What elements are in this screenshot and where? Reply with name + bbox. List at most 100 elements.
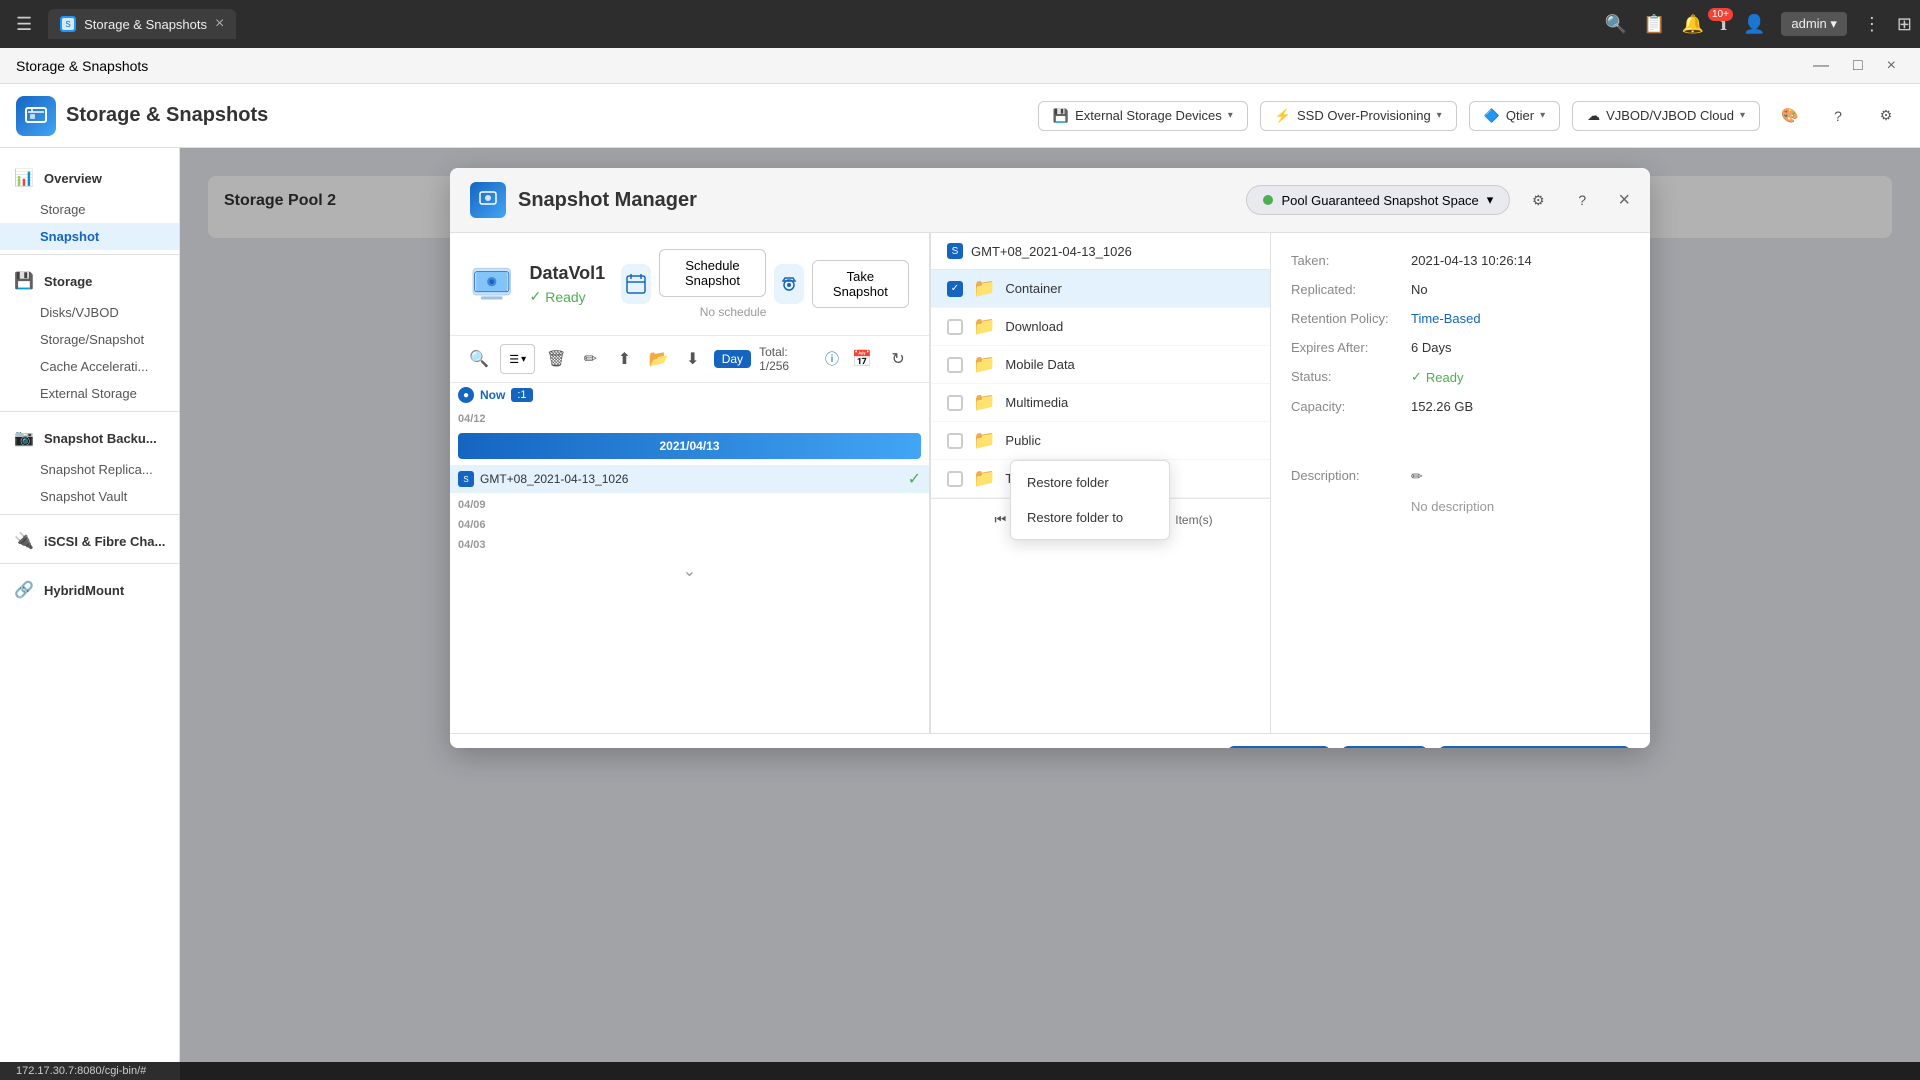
snapshot-vault-label: Snapshot Vault: [40, 489, 127, 504]
sidebar-item-external[interactable]: External Storage: [0, 380, 179, 407]
revert-button[interactable]: Revert volume snapshot: [1439, 746, 1630, 748]
date-separator-0413: 04/12: [450, 407, 929, 427]
capacity-label: Capacity:: [1291, 399, 1411, 414]
take-snapshot-button[interactable]: Take Snapshot: [812, 260, 909, 308]
sidebar-item-snapshot-backup[interactable]: 📷 Snapshot Backu...: [0, 416, 179, 456]
modal-footer: Restore ▾ Clone Revert volume snapshot: [450, 733, 1650, 748]
folder-item-4[interactable]: 📁 Public: [931, 422, 1270, 460]
first-page-button[interactable]: ⏮: [988, 508, 1012, 532]
external-storage-button[interactable]: 💾 External Storage Devices ▾: [1038, 101, 1248, 131]
snapshot-manager-modal: Snapshot Manager Pool Guaranteed Snapsho…: [450, 168, 1650, 748]
status-value: ✓ Ready: [1411, 369, 1463, 385]
qtier-button[interactable]: 🔷 Qtier ▾: [1469, 101, 1560, 131]
sidebar-item-snapshot[interactable]: Snapshot: [0, 223, 179, 250]
stack-icon[interactable]: 📋: [1643, 14, 1665, 35]
sidebar-item-iscsi[interactable]: 🔌 iSCSI & Fibre Cha...: [0, 519, 179, 559]
titlebar-actions: — □ ×: [1805, 53, 1904, 79]
storage-section-label: Storage: [44, 274, 92, 289]
download-toolbar-button[interactable]: ⬇: [680, 344, 706, 374]
schedule-snapshot-button[interactable]: Schedule Snapshot: [659, 249, 767, 297]
browser-tab[interactable]: S Storage & Snapshots ×: [48, 9, 236, 39]
folder-item-0[interactable]: ✓ 📁 Container: [931, 270, 1270, 308]
folder-checkbox-1[interactable]: [947, 319, 963, 335]
info-tooltip-icon[interactable]: ⓘ: [825, 349, 839, 369]
sidebar-item-overview[interactable]: 📊 Overview: [0, 156, 179, 196]
storage-snapshot-label: Storage/Snapshot: [40, 332, 144, 347]
folder-checkbox-0[interactable]: ✓: [947, 281, 963, 297]
sidebar-item-storage-snapshot[interactable]: Storage/Snapshot: [0, 326, 179, 353]
folder-item-2[interactable]: 📁 Mobile Data: [931, 346, 1270, 384]
qtier-chevron: ▾: [1540, 110, 1545, 121]
app-logo-icon: [16, 96, 56, 136]
app-logo: Storage & Snapshots: [16, 96, 268, 136]
admin-button[interactable]: admin ▾: [1781, 12, 1847, 36]
now-label: Now: [480, 388, 505, 402]
snapshot-check-icon: ✓: [908, 469, 921, 489]
maximize-button[interactable]: □: [1845, 53, 1871, 79]
context-menu-restore-folder-to[interactable]: Restore folder to: [1011, 500, 1169, 535]
external-storage-icon: 💾: [1053, 108, 1069, 124]
minimize-button[interactable]: —: [1805, 53, 1837, 79]
calendar-toolbar-button[interactable]: 📅: [847, 344, 877, 374]
snapshot-item-0[interactable]: S GMT+08_2021-04-13_1026 ✓: [450, 465, 929, 493]
sidebar-item-disks[interactable]: Disks/VJBOD: [0, 299, 179, 326]
folder-checkbox-4[interactable]: [947, 433, 963, 449]
folder-checkbox-2[interactable]: [947, 357, 963, 373]
cache-label: Cache Accelerati...: [40, 359, 148, 374]
sidebar-item-hybridmount[interactable]: 🔗 HybridMount: [0, 568, 179, 608]
app-titlebar: Storage & Snapshots — □ ×: [0, 48, 1920, 84]
search-icon[interactable]: 🔍: [1605, 14, 1627, 35]
restore-button[interactable]: Restore ▾: [1228, 746, 1330, 748]
tab-close-button[interactable]: ×: [215, 15, 224, 33]
edit-toolbar-button[interactable]: ✏: [577, 344, 603, 374]
modal-help-icon[interactable]: ?: [1566, 184, 1598, 216]
folder-item-1[interactable]: 📁 Download: [931, 308, 1270, 346]
view-select-button[interactable]: ☰▾: [500, 344, 535, 374]
refresh-toolbar-button[interactable]: ↻: [883, 344, 913, 374]
close-button[interactable]: ×: [1879, 53, 1904, 79]
clone-button[interactable]: Clone: [1342, 746, 1427, 748]
help-icon[interactable]: ?: [1820, 98, 1856, 134]
items-label: Item(s): [1175, 513, 1212, 527]
upload-toolbar-button[interactable]: ⬆: [611, 344, 637, 374]
more-options-icon[interactable]: ⋮: [1863, 14, 1881, 35]
search-toolbar-button[interactable]: 🔍: [466, 344, 492, 374]
date-separator-0409: 04/09: [450, 493, 929, 513]
day-filter-badge[interactable]: Day: [714, 350, 751, 368]
ssd-icon: ⚡: [1275, 108, 1291, 124]
pool-guaranteed-button[interactable]: Pool Guaranteed Snapshot Space ▾: [1246, 185, 1510, 215]
snapshot-date-bar[interactable]: 2021/04/13: [458, 433, 921, 459]
modal-close-button[interactable]: ×: [1618, 189, 1630, 212]
pool-guaranteed-label: Pool Guaranteed Snapshot Space: [1281, 193, 1478, 208]
no-schedule-label: No schedule: [700, 305, 767, 319]
vjbod-button[interactable]: ☁ VJBOD/VJBOD Cloud ▾: [1572, 101, 1760, 131]
context-menu-restore-folder[interactable]: Restore folder: [1011, 465, 1169, 500]
volume-info: DataVol1 ✓ Ready: [450, 233, 929, 336]
folder-checkbox-3[interactable]: [947, 395, 963, 411]
replicated-value: No: [1411, 282, 1428, 297]
folder-icon-1: 📁: [973, 316, 995, 337]
detail-replicated: Replicated: No: [1291, 282, 1630, 297]
sidebar-item-storage[interactable]: Storage: [0, 196, 179, 223]
modal-settings-icon[interactable]: ⚙: [1522, 184, 1554, 216]
folder-open-toolbar-button[interactable]: 📂: [646, 344, 672, 374]
alert-icon[interactable]: 🔔: [1682, 14, 1704, 35]
ssd-button[interactable]: ⚡ SSD Over-Provisioning ▾: [1260, 101, 1457, 131]
sidebar-item-snapshot-replica[interactable]: Snapshot Replica...: [0, 456, 179, 483]
folder-checkbox-5[interactable]: [947, 471, 963, 487]
retention-value-link[interactable]: Time-Based: [1411, 311, 1481, 326]
folder-item-3[interactable]: 📁 Multimedia: [931, 384, 1270, 422]
timeline-scroll-down[interactable]: ⌄: [450, 553, 929, 589]
hamburger-button[interactable]: ☰: [8, 6, 40, 43]
sidebar-item-cache[interactable]: Cache Accelerati...: [0, 353, 179, 380]
info-badge-icon[interactable]: ℹ 10+: [1720, 14, 1727, 35]
sidebar-item-storage-section[interactable]: 💾 Storage: [0, 259, 179, 299]
app-switcher-icon[interactable]: ⊞: [1897, 14, 1912, 35]
sidebar-item-snapshot-vault[interactable]: Snapshot Vault: [0, 483, 179, 510]
appearance-button[interactable]: 🎨: [1772, 98, 1808, 134]
user-icon[interactable]: 👤: [1743, 14, 1765, 35]
settings-icon[interactable]: ⚙: [1868, 98, 1904, 134]
status-check-icon: ✓: [1411, 369, 1422, 385]
delete-toolbar-button[interactable]: 🗑: [543, 344, 569, 374]
edit-description-icon[interactable]: ✏: [1411, 468, 1423, 485]
